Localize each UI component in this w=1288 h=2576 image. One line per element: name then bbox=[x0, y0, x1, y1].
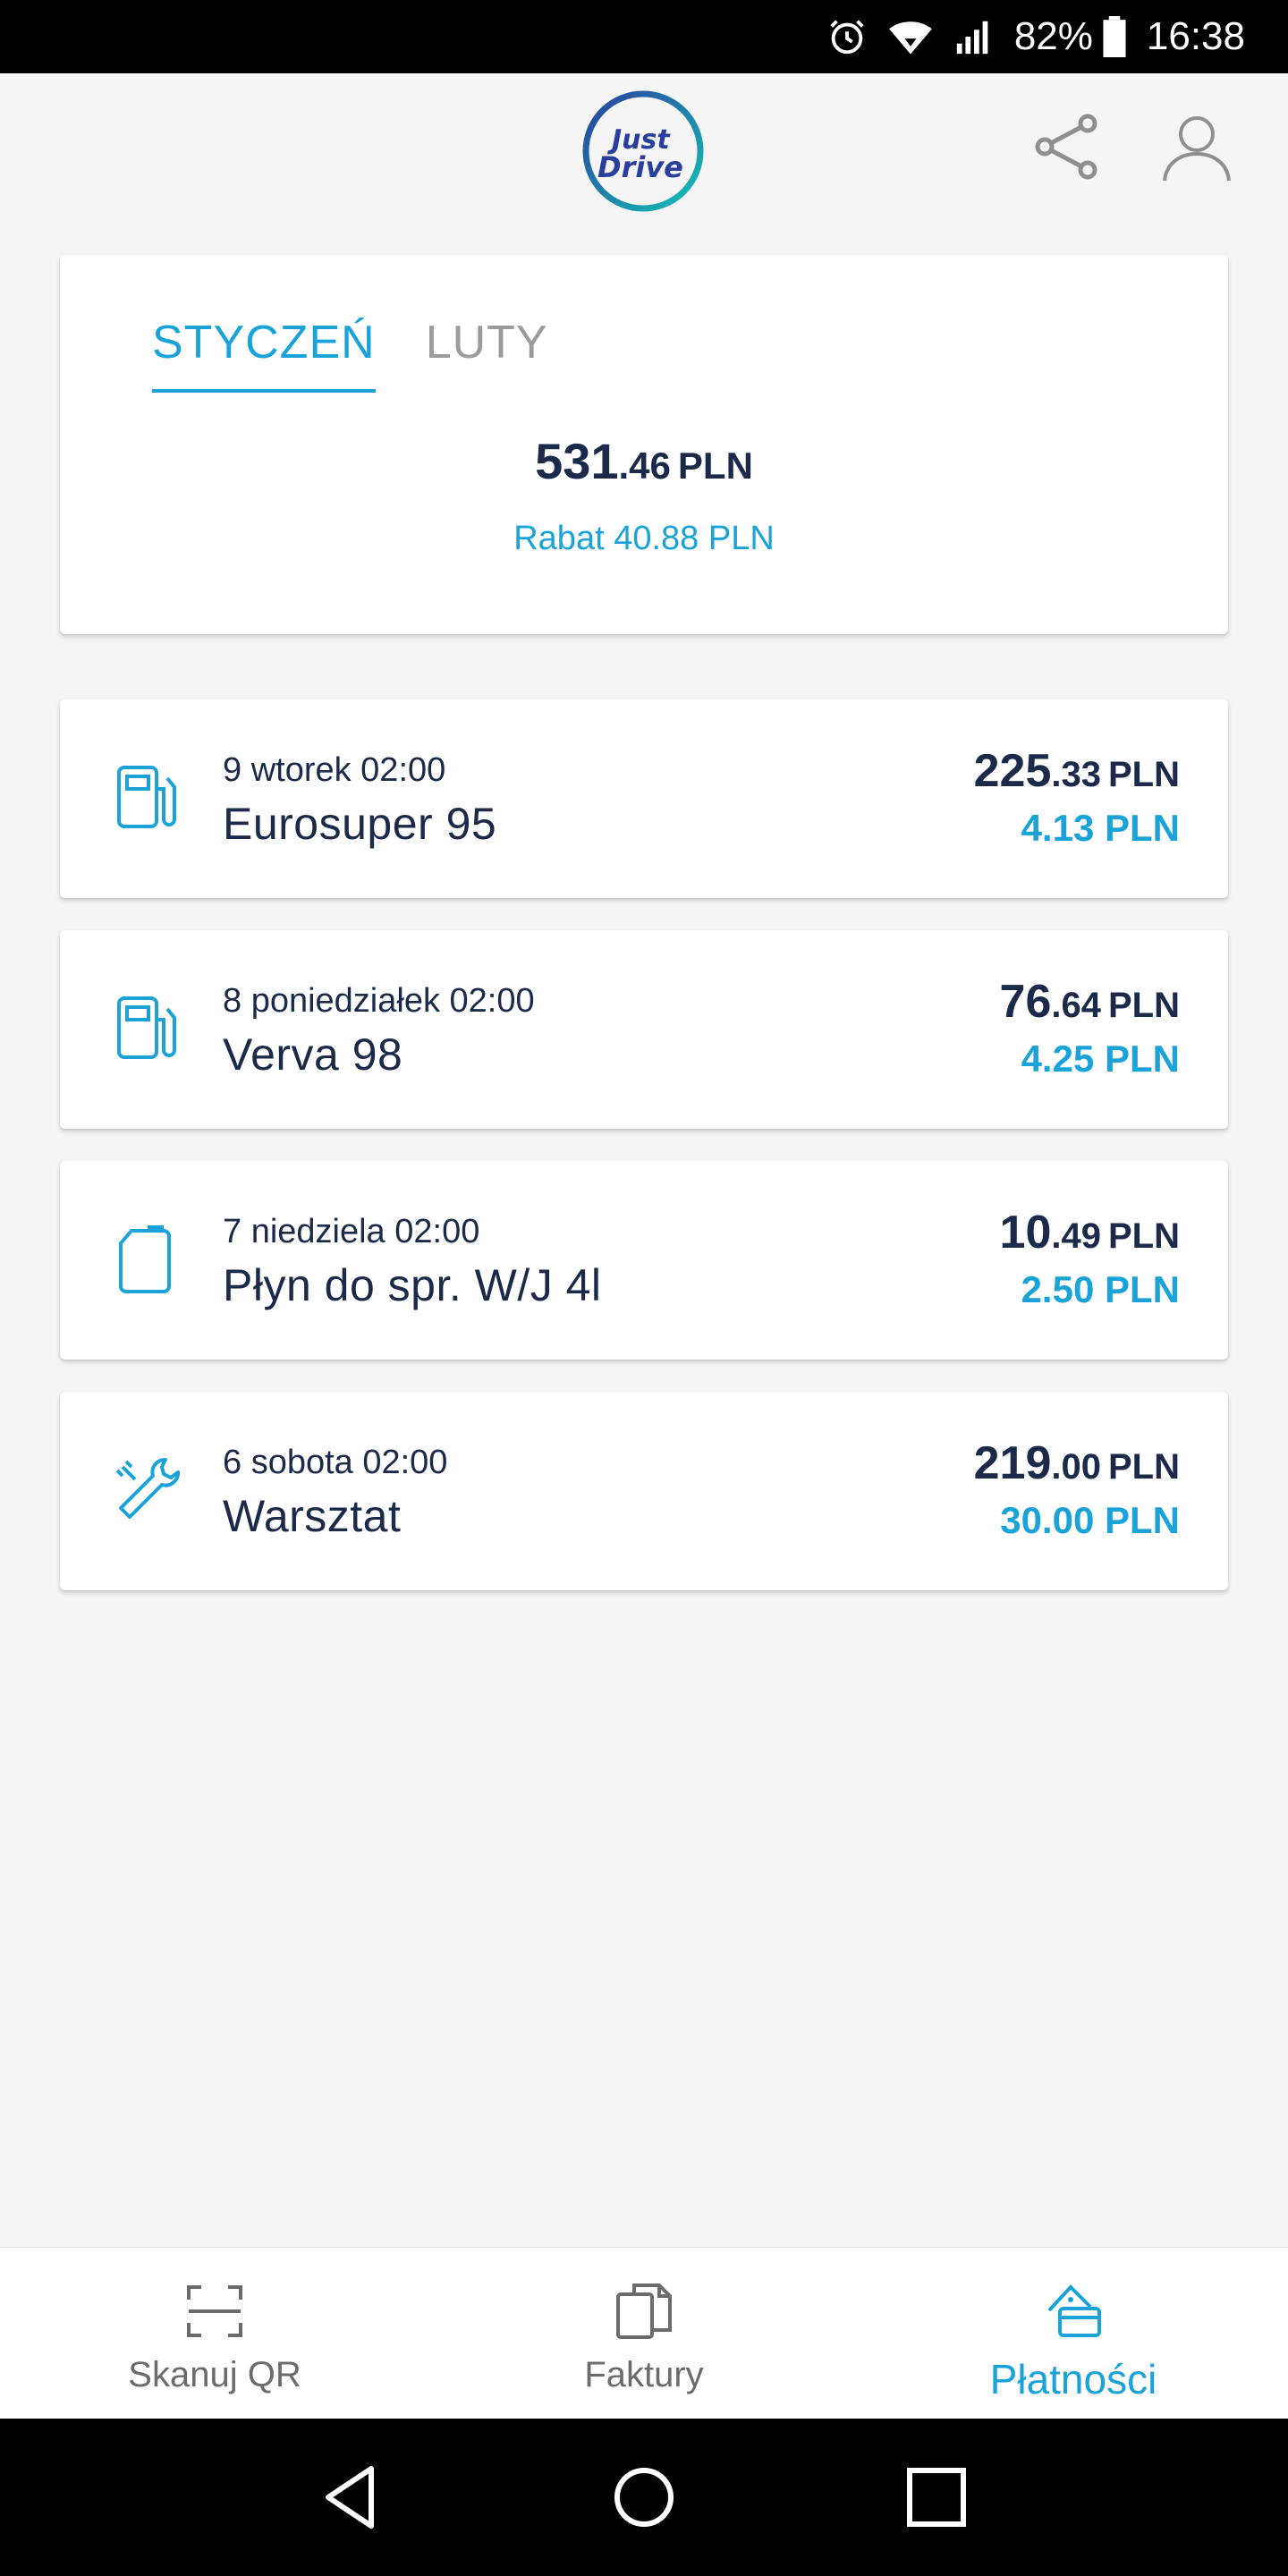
monthly-discount: Rabat 40.88 PLN bbox=[513, 520, 775, 557]
nav-skanuj-qr[interactable]: Skanuj QR bbox=[0, 2248, 429, 2419]
wifi-icon bbox=[887, 16, 934, 57]
total-decimal: .46 bbox=[618, 445, 671, 487]
fuel-pump-icon bbox=[114, 762, 182, 834]
transaction-item[interactable]: 7 niedziela 02:00 Płyn do spr. W/J 4l 10… bbox=[60, 1161, 1228, 1360]
status-bar: 82% 16:38 bbox=[0, 0, 1288, 73]
transaction-name: Płyn do spr. W/J 4l bbox=[223, 1260, 602, 1310]
share-button[interactable] bbox=[1029, 109, 1104, 184]
transaction-discount: 4.25 PLN bbox=[1021, 1038, 1180, 1080]
month-tabs: STYCZEŃ LUTY bbox=[152, 316, 548, 393]
alarm-icon bbox=[826, 16, 868, 57]
total-integer: 531 bbox=[535, 433, 619, 489]
battery-percent: 82% bbox=[1013, 14, 1093, 58]
app-header: Just Drive bbox=[0, 73, 1288, 252]
transaction-discount: 4.13 PLN bbox=[1021, 807, 1180, 849]
wrench-icon bbox=[114, 1454, 182, 1526]
home-icon[interactable] bbox=[608, 2462, 680, 2533]
transaction-list: 9 wtorek 02:00 Eurosuper 95 225.33 PLN 4.… bbox=[60, 699, 1228, 1623]
nav-faktury[interactable]: Faktury bbox=[429, 2248, 859, 2419]
transaction-name: Eurosuper 95 bbox=[223, 799, 497, 849]
invoices-icon bbox=[616, 2284, 672, 2339]
clock: 16:38 bbox=[1146, 14, 1245, 58]
fuel-pump-icon bbox=[114, 993, 182, 1064]
battery-icon bbox=[1103, 16, 1126, 57]
user-icon bbox=[1163, 116, 1231, 182]
tab-luty[interactable]: LUTY bbox=[426, 316, 548, 393]
battery-indicator: 82% bbox=[1014, 14, 1127, 59]
canister-icon bbox=[114, 1224, 182, 1295]
nav-label: Płatności bbox=[989, 2356, 1157, 2402]
signal-icon bbox=[953, 16, 995, 57]
monthly-total: 531.46 PLN bbox=[60, 432, 1228, 490]
transaction-date: 7 niedziela 02:00 bbox=[223, 1213, 480, 1250]
tab-styczen[interactable]: STYCZEŃ bbox=[152, 316, 376, 393]
transaction-name: Warsztat bbox=[223, 1491, 402, 1541]
recent-apps-icon[interactable] bbox=[901, 2462, 972, 2533]
transaction-amount: 76.64 PLN bbox=[999, 976, 1180, 1028]
transaction-amount: 10.49 PLN bbox=[999, 1207, 1180, 1258]
nav-label: Skanuj QR bbox=[128, 2355, 301, 2394]
transaction-date: 6 sobota 02:00 bbox=[223, 1444, 448, 1481]
transaction-discount: 30.00 PLN bbox=[1000, 1499, 1180, 1541]
transaction-amount: 219.00 PLN bbox=[973, 1437, 1180, 1489]
transaction-date: 9 wtorek 02:00 bbox=[223, 751, 446, 789]
nav-platnosci[interactable]: Płatności bbox=[859, 2248, 1288, 2419]
qr-scan-icon bbox=[187, 2285, 242, 2337]
transaction-discount: 2.50 PLN bbox=[1021, 1268, 1180, 1310]
total-currency: PLN bbox=[677, 445, 753, 487]
system-navigation-bar bbox=[0, 2419, 1288, 2576]
transaction-date: 8 poniedziałek 02:00 bbox=[223, 982, 535, 1020]
transaction-name: Verva 98 bbox=[223, 1030, 403, 1080]
svg-text:Drive: Drive bbox=[597, 150, 683, 184]
payments-icon bbox=[1047, 2284, 1101, 2337]
nav-label: Faktury bbox=[584, 2355, 704, 2394]
transaction-item[interactable]: 6 sobota 02:00 Warsztat 219.00 PLN 30.00 … bbox=[60, 1392, 1228, 1590]
monthly-summary-card: STYCZEŃ LUTY 531.46 PLN Rabat 40.88 PLN bbox=[60, 255, 1228, 634]
back-icon[interactable] bbox=[316, 2462, 387, 2533]
just-drive-logo: Just Drive bbox=[576, 84, 710, 218]
transaction-amount: 225.33 PLN bbox=[973, 745, 1180, 797]
transaction-item[interactable]: 8 poniedziałek 02:00 Verva 98 76.64 PLN 4… bbox=[60, 930, 1228, 1129]
bottom-navigation: Skanuj QR Faktury Płatności bbox=[0, 2247, 1288, 2419]
profile-button[interactable] bbox=[1159, 109, 1234, 184]
transaction-item[interactable]: 9 wtorek 02:00 Eurosuper 95 225.33 PLN 4.… bbox=[60, 699, 1228, 898]
share-icon bbox=[1035, 114, 1097, 180]
